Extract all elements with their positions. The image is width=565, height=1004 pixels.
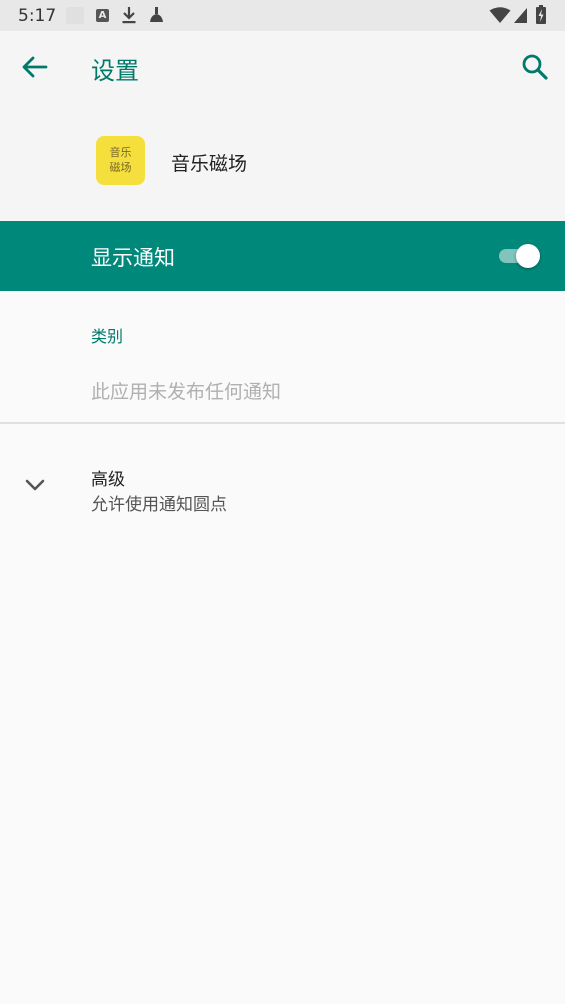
app-name: 音乐磁场 bbox=[171, 153, 248, 175]
advanced-title: 高级 bbox=[91, 470, 125, 490]
no-notifications-text: 此应用未发布任何通知 bbox=[91, 381, 282, 403]
cell-signal-icon bbox=[514, 8, 527, 23]
cleaner-icon bbox=[150, 7, 163, 22]
app-icon: 音乐 磁场 bbox=[96, 136, 145, 185]
app-header: 音乐 磁场 音乐磁场 bbox=[0, 103, 565, 221]
status-bar: 5:17 A bbox=[0, 0, 565, 31]
back-button[interactable] bbox=[18, 52, 52, 82]
advanced-row[interactable]: 高级 允许使用通知圆点 bbox=[0, 450, 565, 526]
arrow-back-icon bbox=[22, 56, 48, 78]
app-icon-text-line2: 磁场 bbox=[109, 161, 132, 174]
divider bbox=[0, 422, 565, 424]
search-button[interactable] bbox=[519, 51, 551, 83]
advanced-summary: 允许使用通知圆点 bbox=[91, 495, 227, 515]
show-notifications-row[interactable]: 显示通知 bbox=[0, 221, 565, 291]
show-notifications-label: 显示通知 bbox=[91, 246, 175, 270]
a-badge-icon: A bbox=[96, 9, 109, 22]
search-icon bbox=[522, 54, 548, 80]
download-icon bbox=[122, 7, 136, 24]
app-bar: 设置 bbox=[0, 31, 565, 103]
notification-placeholder-icon bbox=[66, 7, 84, 24]
show-notifications-toggle[interactable] bbox=[499, 244, 541, 268]
category-header: 类别 bbox=[91, 327, 124, 346]
page-title: 设置 bbox=[91, 57, 139, 85]
app-icon-text-line1: 音乐 bbox=[109, 146, 132, 159]
status-time: 5:17 bbox=[18, 6, 57, 26]
toggle-thumb bbox=[516, 244, 540, 268]
wifi-icon bbox=[489, 7, 511, 23]
notification-settings-screen: 5:17 A 设置 音乐 磁场 音乐磁场 显示通知 类别 此应用未发布任何通知 … bbox=[0, 0, 565, 1004]
battery-charging-icon bbox=[536, 5, 546, 24]
chevron-down-icon bbox=[25, 479, 45, 491]
